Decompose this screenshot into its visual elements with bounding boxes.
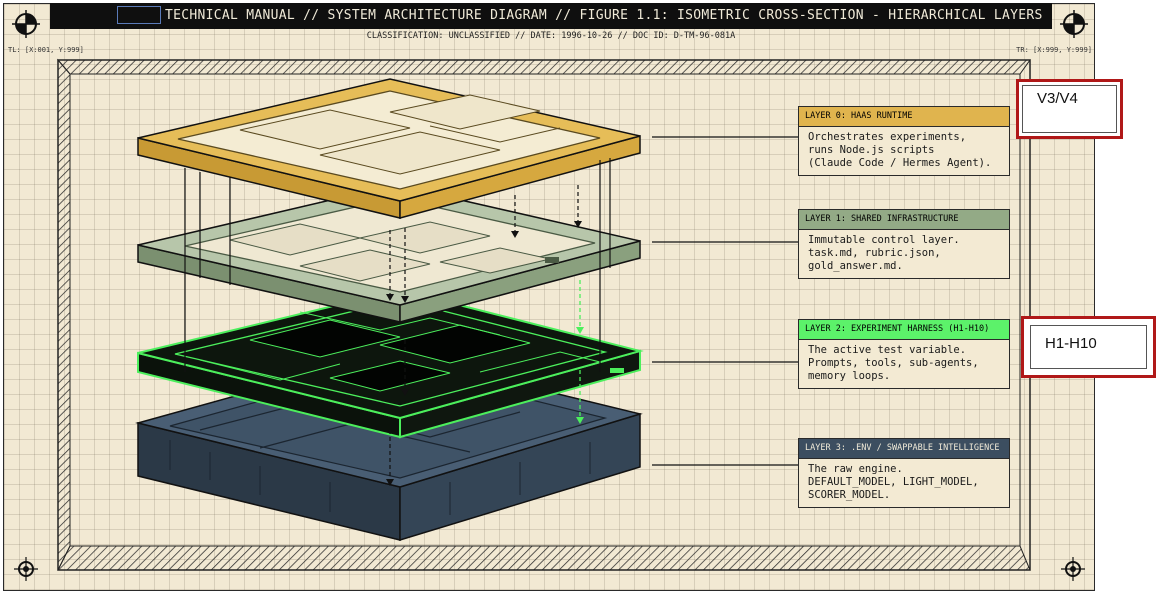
callout-text-line: task.md, rubric.json,	[808, 247, 941, 259]
callout-layer-2-heading: LAYER 2: EXPERIMENT HARNESS (H1-H10)	[799, 320, 1009, 340]
crosshair-icon-bl	[14, 557, 38, 581]
callout-text-line: runs Node.js scripts	[808, 144, 935, 156]
coord-top-left: TL: [X:001, Y:999]	[8, 46, 84, 54]
overlay-box-top: V3/V4	[1016, 79, 1123, 139]
coord-top-right: TR: [X:999, Y:999]	[1016, 46, 1092, 54]
callout-layer-1-body: Immutable control layer. task.md, rubric…	[799, 230, 1009, 278]
callout-layer-3-body: The raw engine. DEFAULT_MODEL, LIGHT_MOD…	[799, 459, 1009, 507]
callout-layer-3-heading: LAYER 3: .ENV / SWAPPABLE INTELLIGENCE	[799, 439, 1009, 459]
callout-layer-2: LAYER 2: EXPERIMENT HARNESS (H1-H10) The…	[798, 319, 1010, 389]
crosshair-icon-tr	[1060, 10, 1088, 38]
callout-layer-0: LAYER 0: HAAS RUNTIME Orchestrates exper…	[798, 106, 1010, 176]
title-marker-box	[117, 6, 161, 24]
layer-0-slab	[137, 78, 641, 219]
crosshair-icon-tl	[12, 10, 40, 38]
callout-text-line: SCORER_MODEL.	[808, 489, 891, 501]
crosshair-icon-br	[1061, 557, 1085, 581]
callout-layer-0-body: Orchestrates experiments, runs Node.js s…	[799, 127, 1009, 175]
callout-text-line: memory loops.	[808, 370, 891, 382]
classification-line: CLASSIFICATION: UNCLASSIFIED // DATE: 19…	[366, 31, 736, 41]
overlay-box-middle: H1-H10	[1021, 316, 1156, 378]
callout-text-line: The raw engine.	[808, 463, 903, 475]
diagram-title: TECHNICAL MANUAL // SYSTEM ARCHITECTURE …	[165, 8, 1043, 23]
callout-text-line: Prompts, tools, sub-agents,	[808, 357, 979, 369]
callout-layer-3: LAYER 3: .ENV / SWAPPABLE INTELLIGENCE T…	[798, 438, 1010, 508]
callout-layer-1-heading: LAYER 1: SHARED INFRASTRUCTURE	[799, 210, 1009, 230]
callout-text-line: (Claude Code / Hermes Agent).	[808, 157, 992, 169]
callout-text-line: DEFAULT_MODEL, LIGHT_MODEL,	[808, 476, 979, 488]
callout-text-line: Immutable control layer.	[808, 234, 960, 246]
callout-text-line: gold_answer.md.	[808, 260, 903, 272]
overlay-label-top: V3/V4	[1022, 85, 1117, 133]
callout-layer-0-heading: LAYER 0: HAAS RUNTIME	[799, 107, 1009, 127]
overlay-label-middle: H1-H10	[1030, 325, 1147, 369]
callout-text-line: The active test variable.	[808, 344, 967, 356]
leader-lines	[652, 136, 798, 466]
callout-layer-2-body: The active test variable. Prompts, tools…	[799, 340, 1009, 388]
callout-layer-1: LAYER 1: SHARED INFRASTRUCTURE Immutable…	[798, 209, 1010, 279]
title-bar: TECHNICAL MANUAL // SYSTEM ARCHITECTURE …	[50, 3, 1052, 29]
callout-text-line: Orchestrates experiments,	[808, 131, 967, 143]
